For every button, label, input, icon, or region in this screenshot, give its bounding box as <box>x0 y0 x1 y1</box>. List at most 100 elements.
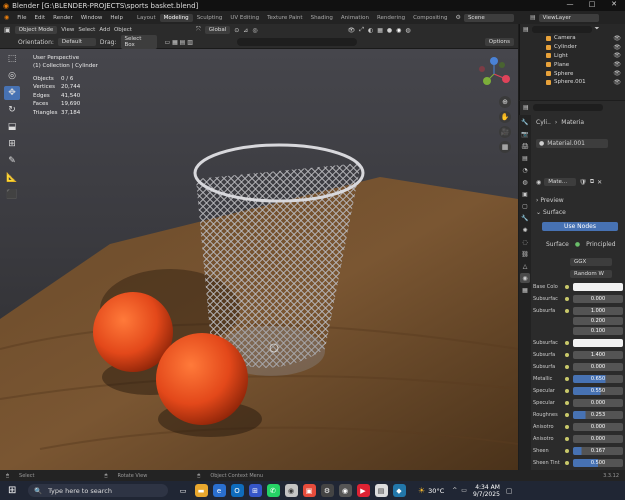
store-icon[interactable]: ⊞ <box>248 484 262 497</box>
prop-subsurface[interactable]: Subsurfac 0.000 <box>533 294 623 304</box>
prop-roughness[interactable]: Roughnes 0.253 <box>533 410 623 420</box>
menu-edit[interactable]: Edit <box>30 15 49 21</box>
tab-layout[interactable]: Layout <box>133 14 160 22</box>
eye-icon[interactable]: 👁 <box>613 61 621 68</box>
measure-tool-icon[interactable]: 📐 <box>4 171 20 185</box>
z-axis-icon[interactable] <box>490 57 498 65</box>
snap-icon[interactable]: ⊿ <box>243 27 248 34</box>
outliner-search-field[interactable] <box>531 25 592 33</box>
pivot-icon[interactable]: ⊙ <box>234 27 239 34</box>
rotate-tool-icon[interactable]: ↻ <box>4 103 20 117</box>
surface-shader-field[interactable]: Principled <box>586 241 615 248</box>
distribution-selector[interactable]: GGX <box>570 258 612 266</box>
physics-tab-icon[interactable]: ◌ <box>520 237 530 247</box>
xray-icon[interactable]: ▦ <box>377 27 383 34</box>
prop-subsurface-color[interactable]: Subsurfac <box>533 338 623 348</box>
prop-slider[interactable]: 0.500 <box>573 459 623 467</box>
camera-view-icon[interactable]: 🎥 <box>499 126 511 138</box>
annotate-tool-icon[interactable]: ✎ <box>4 154 20 168</box>
tab-texture-paint[interactable]: Texture Paint <box>263 14 307 22</box>
outliner-item-sphere[interactable]: Sphere 👁 <box>520 69 625 78</box>
prop-slider[interactable]: 0.253 <box>573 411 623 419</box>
app-icon[interactable]: ▣ <box>302 484 316 497</box>
tab-shading[interactable]: Shading <box>307 14 337 22</box>
eye-icon[interactable]: 👁 <box>613 52 621 59</box>
edge-icon[interactable]: e <box>212 484 226 497</box>
tab-uv-editing[interactable]: UV Editing <box>226 14 263 22</box>
prop-slider[interactable]: 0.000 <box>573 399 623 407</box>
clock-date[interactable]: 9/7/2025 <box>473 491 500 498</box>
tab-animation[interactable]: Animation <box>337 14 373 22</box>
prop-base-color[interactable]: Base Colo <box>533 282 623 292</box>
cursor-tool-icon[interactable]: ◎ <box>4 69 20 83</box>
scene-selector[interactable]: Scene <box>463 13 514 22</box>
prop-subsurface-radius[interactable]: Subsurfa 1.000 <box>533 306 623 316</box>
select-mode-icons[interactable]: ▭ ▦ ▤ ▥ <box>165 39 193 46</box>
maximize-button[interactable]: □ <box>581 0 603 8</box>
shading-rendered-icon[interactable]: ◍ <box>405 27 410 34</box>
shading-solid-icon[interactable]: ● <box>387 27 392 34</box>
prop-metallic[interactable]: Metallic 0.650 <box>533 374 623 384</box>
outliner-item-sphere-001[interactable]: Sphere.001 👁 <box>520 78 625 87</box>
texture-tab-icon[interactable]: ▦ <box>520 285 530 295</box>
transform-orientation-icon[interactable]: ⤧ <box>196 26 201 34</box>
view-layer-tab-icon[interactable]: ▤ <box>520 153 530 163</box>
modifier-tab-icon[interactable]: 🔧 <box>520 213 530 223</box>
prop-slider[interactable]: 0.650 <box>573 375 623 383</box>
prop-subsurface-radius-y[interactable]: 0.200 <box>533 316 623 326</box>
mode-selector[interactable]: Object Mode <box>14 26 58 34</box>
prop-slider[interactable]: 0.167 <box>573 447 623 455</box>
transform-orientation-selector[interactable]: Global <box>204 26 231 34</box>
select-box-tool-icon[interactable]: ⬚ <box>4 52 20 66</box>
outliner-item-camera[interactable]: Camera 👁 <box>520 34 625 43</box>
output-tab-icon[interactable]: 🖨 <box>520 141 530 151</box>
network-icon[interactable]: ▭ <box>461 487 467 494</box>
prop-specular[interactable]: Specular 0.550 <box>533 386 623 396</box>
data-tab-icon[interactable]: △ <box>520 261 530 271</box>
prop-subsurface-anisotropy[interactable]: Subsurfa 0.000 <box>533 362 623 372</box>
particles-tab-icon[interactable]: ✺ <box>520 225 530 235</box>
menu-view[interactable]: View <box>61 27 74 33</box>
prop-value[interactable]: 1.000 <box>573 307 623 315</box>
prop-color-swatch[interactable] <box>573 283 623 291</box>
app4-icon[interactable]: ◆ <box>392 484 406 497</box>
tab-sculpting[interactable]: Sculpting <box>193 14 227 22</box>
prop-sheen[interactable]: Sheen 0.167 <box>533 446 623 456</box>
subsurface-method-selector[interactable]: Random W <box>570 270 612 278</box>
outliner-item-light[interactable]: Light 👁 <box>520 52 625 61</box>
pan-hand-icon[interactable]: ✋ <box>499 111 511 123</box>
overlay-icon[interactable]: ◐ <box>368 27 373 34</box>
section-preview[interactable]: › Preview <box>536 197 564 204</box>
prop-slider[interactable]: 0.550 <box>573 387 623 395</box>
eye-icon[interactable]: 👁 <box>613 70 621 77</box>
transform-tool-icon[interactable]: ⊞ <box>4 137 20 151</box>
windows-start-icon[interactable]: ⊞ <box>8 485 16 496</box>
task-view-icon[interactable]: ▭ <box>177 484 190 497</box>
menu-render[interactable]: Render <box>49 15 77 21</box>
menu-object[interactable]: Object <box>114 27 132 33</box>
menu-window[interactable]: Window <box>77 15 107 21</box>
menu-help[interactable]: Help <box>106 15 127 21</box>
material-slot-item[interactable]: ● Material.001 <box>536 139 608 148</box>
menu-add[interactable]: Add <box>99 27 110 33</box>
settings-gear-icon[interactable]: ⚙ <box>320 484 334 497</box>
duplicate-icon[interactable]: ⧉ <box>590 178 594 186</box>
world-tab-icon[interactable]: ◍ <box>520 177 530 187</box>
eye-icon[interactable]: 👁 <box>613 44 621 51</box>
prop-value[interactable]: 0.000 <box>573 363 623 371</box>
outliner-item-cylinder[interactable]: Cylinder 👁 <box>520 43 625 52</box>
tab-rendering[interactable]: Rendering <box>373 14 409 22</box>
perspective-grid-icon[interactable]: ▦ <box>499 141 511 153</box>
prop-slider[interactable]: 0.000 <box>573 435 623 443</box>
clock-time[interactable]: 4:34 AM <box>475 484 500 491</box>
blender-taskbar-icon[interactable]: ◉ <box>338 484 352 497</box>
prop-value[interactable]: 0.200 <box>573 317 623 325</box>
orientation-selector[interactable]: Default <box>57 38 96 46</box>
options-button[interactable]: Options <box>484 38 514 46</box>
x-axis-icon[interactable] <box>502 75 510 83</box>
outliner-display-icon[interactable]: ▤ <box>523 26 529 33</box>
minimize-button[interactable]: — <box>559 0 581 8</box>
move-tool-icon[interactable]: ✥ <box>4 86 20 100</box>
app3-icon[interactable]: ▤ <box>374 484 388 497</box>
prop-subsurface-radius-z[interactable]: 0.100 <box>533 326 623 336</box>
